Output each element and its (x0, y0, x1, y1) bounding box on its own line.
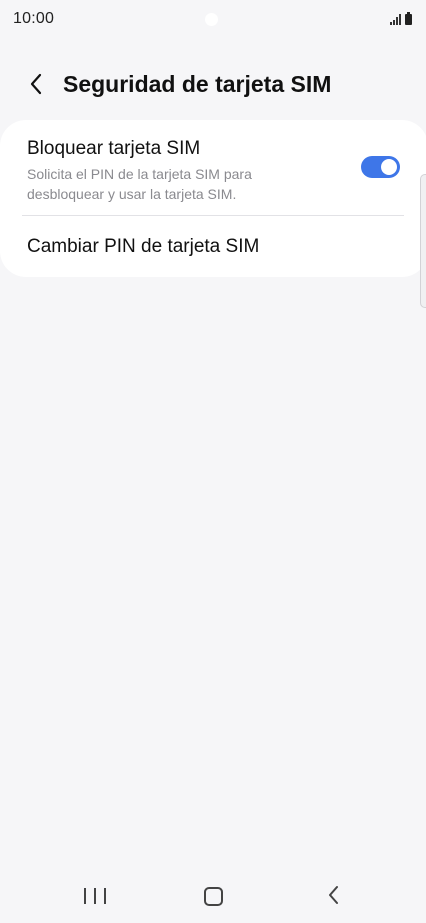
change-pin-label: Cambiar PIN de tarjeta SIM (27, 236, 260, 257)
app-header: Seguridad de tarjeta SIM (0, 62, 426, 106)
camera-cutout (205, 13, 218, 26)
lock-sim-toggle[interactable] (361, 156, 400, 178)
chevron-left-icon (30, 73, 42, 95)
change-pin-row[interactable]: Cambiar PIN de tarjeta SIM (0, 216, 426, 277)
home-icon[interactable] (204, 887, 223, 906)
lock-sim-row[interactable]: Bloquear tarjeta SIM Solicita el PIN de … (0, 120, 426, 216)
navigation-bar (0, 873, 426, 923)
lock-sim-description: Solicita el PIN de la tarjeta SIM para d… (27, 166, 252, 202)
toggle-knob (381, 159, 397, 175)
back-button[interactable] (20, 68, 52, 100)
signal-icon (390, 14, 401, 25)
edge-panel-handle[interactable] (420, 174, 426, 308)
status-icons (390, 12, 412, 25)
settings-card: Bloquear tarjeta SIM Solicita el PIN de … (0, 120, 426, 277)
back-icon[interactable] (323, 884, 345, 906)
status-bar: 10:00 (0, 0, 426, 40)
status-time: 10:00 (13, 10, 55, 27)
battery-icon (405, 12, 412, 25)
lock-sim-title: Bloquear tarjeta SIM (27, 138, 201, 159)
recents-icon[interactable] (84, 885, 106, 907)
page-title: Seguridad de tarjeta SIM (63, 71, 332, 97)
